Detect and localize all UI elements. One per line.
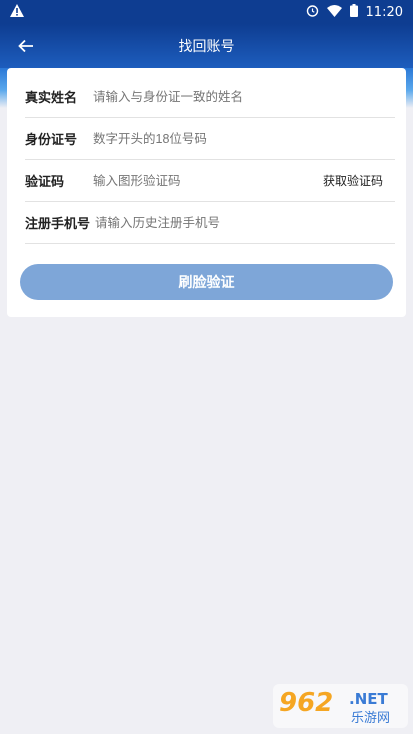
id-number-input[interactable] [93, 131, 395, 146]
page-title: 找回账号 [178, 39, 235, 55]
warning-triangle-icon [10, 4, 24, 20]
watermark-number: 962 [279, 688, 333, 718]
phone-label: 注册手机号 [25, 217, 91, 232]
captcha-input[interactable] [93, 173, 323, 188]
row-id-number: 身份证号 [25, 118, 395, 160]
watermark-caption: 乐游网 [351, 711, 390, 726]
form-card: 真实姓名 身份证号 验证码 获取验证码 注册手机号 刷脸验证 [7, 68, 406, 317]
alarm-clock-icon [306, 4, 319, 20]
app-header: 找回账号 [0, 24, 413, 68]
id-number-label: 身份证号 [25, 133, 78, 148]
row-phone: 注册手机号 [25, 202, 395, 244]
wifi-icon [326, 4, 342, 20]
real-name-input[interactable] [93, 89, 395, 104]
status-time: 11:20 [365, 4, 403, 20]
status-bar: 11:20 [0, 0, 413, 24]
row-captcha: 验证码 获取验证码 [25, 160, 395, 202]
battery-icon [349, 4, 358, 20]
phone-input[interactable] [95, 215, 395, 230]
back-arrow-icon [18, 39, 33, 53]
get-code-button[interactable]: 获取验证码 [323, 172, 395, 189]
watermark-suffix: .NET [349, 690, 388, 708]
face-verify-button[interactable]: 刷脸验证 [20, 264, 393, 300]
captcha-label: 验证码 [25, 175, 65, 190]
row-real-name: 真实姓名 [25, 76, 395, 118]
watermark-logo: 962 .NET 乐游网 [273, 684, 408, 728]
real-name-label: 真实姓名 [25, 91, 78, 106]
back-button[interactable] [12, 32, 40, 60]
